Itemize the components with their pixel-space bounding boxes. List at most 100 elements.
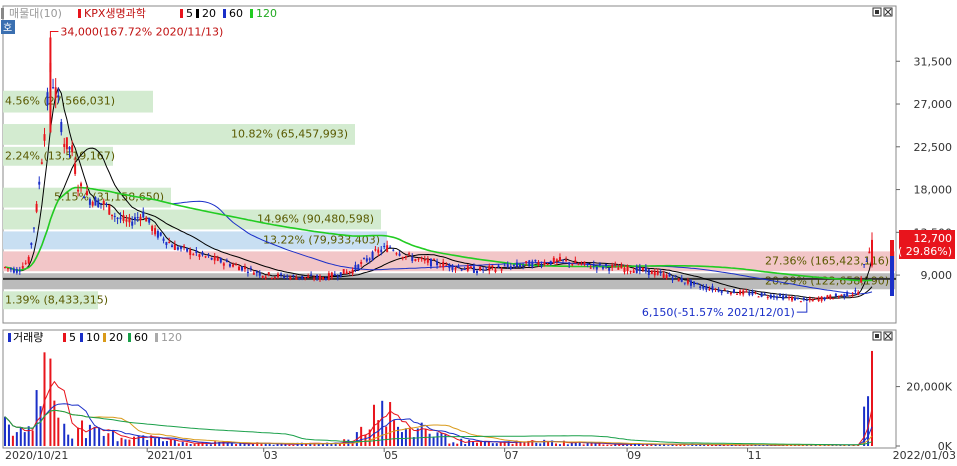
candle-body [678,278,680,281]
candle-body [7,268,9,269]
candle-body [421,258,423,259]
candle-body [562,260,564,261]
low-marker-arrow [797,302,807,312]
volume-bar [440,433,442,446]
candle-body [657,271,659,275]
volume-bar [166,441,168,446]
volume-bar [235,444,237,446]
candle-body [256,271,258,273]
candle-body [442,262,444,268]
candle-body [815,298,817,299]
candle-body [38,182,40,185]
candle-body [354,265,356,270]
candle-body [516,263,518,267]
candle-body [596,267,598,270]
candle-body [623,268,625,272]
candle-body [122,215,124,221]
price-panel-window-icons[interactable] [873,8,892,16]
candle-body [331,273,333,278]
candle-body [488,266,490,271]
candle-body [776,296,778,298]
candle-body [80,183,82,186]
candle-body [346,271,348,273]
volume-bar [492,443,494,446]
volume-bar [460,439,462,446]
candle-body [168,242,170,243]
volume-bar [67,435,69,446]
legend-vma20: 20 [109,331,123,344]
volume-bar [103,436,105,446]
candle-body [818,298,820,301]
candle-body [360,262,362,264]
volume-bar [32,431,34,446]
candle-body [590,268,592,269]
legend-swatch [155,333,158,342]
candle-body [424,259,426,260]
candle-body [479,267,481,271]
candle-body [139,217,141,221]
y-tick-label: 22,500 [914,141,953,154]
candle-body [229,264,231,266]
candle-body [192,254,194,255]
candle-body [262,276,264,278]
volume-bar [409,428,411,446]
candle-body [183,246,185,247]
stock-chart: 4.56% (27,566,031)10.82% (65,457,993)2.2… [0,0,957,462]
volume-bar [227,443,229,446]
candle-body [277,274,279,277]
volume-bar [330,444,332,446]
candle-body [832,298,834,299]
volume-bar [583,444,585,446]
candle-body [788,297,790,298]
volume-bar [214,441,216,446]
candle-body [846,292,848,296]
candle-body [30,243,32,245]
candle-body [238,267,240,271]
volume-panel-window-icons[interactable] [873,332,892,340]
candle-body [748,293,750,295]
candle-body [773,296,775,298]
candle-body [134,217,136,220]
candle-body [645,267,647,271]
candle-body [708,289,710,290]
volume-bar [71,439,73,446]
candle-body [611,265,613,268]
candle-body [730,292,732,294]
candle-body [108,205,110,215]
volume-bar [98,428,100,446]
candle-body [131,222,133,226]
candle-body [241,267,243,271]
volume-bar [314,444,316,446]
legend-swatch [80,333,83,342]
candle-body [316,275,318,278]
candle-body [171,245,173,247]
candle-body [693,281,695,284]
candle-body [494,270,496,272]
candle-body [687,280,689,283]
candle-body [334,274,336,276]
legend-volume-profile: 매물대(10) [9,7,62,20]
candle-body [498,265,500,267]
candle-body [195,250,197,253]
candle-body [377,250,379,253]
volume-bar [555,443,557,446]
candle-body [633,271,635,273]
candle-body [319,276,321,280]
volume-bar [429,434,431,446]
candle-body [369,259,371,260]
candle-body [761,293,763,297]
candle-body [587,263,589,265]
candle-body [313,278,315,279]
candle-body [467,265,469,270]
volume-bar [244,444,246,446]
volume-bar [385,427,387,446]
volume-bar [170,439,172,446]
volume-bar [154,438,156,446]
candle-body [100,203,102,204]
candle-body [436,261,438,265]
candle-body [402,257,404,258]
current-range-bar [890,256,894,296]
legend-swatch [103,333,106,342]
volume-bar [543,440,545,446]
candle-body [399,254,401,256]
